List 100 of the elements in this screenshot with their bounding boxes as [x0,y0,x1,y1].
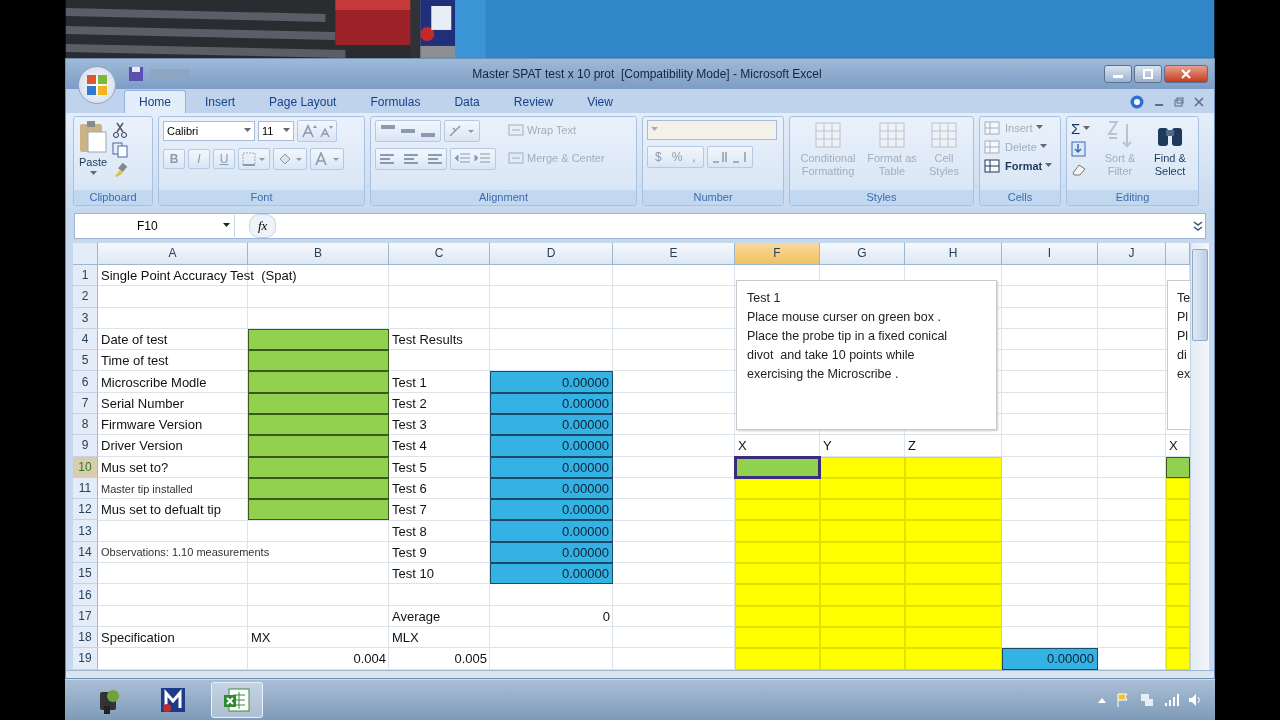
network-icon[interactable] [1139,692,1155,709]
row-header[interactable]: 13 [73,520,98,542]
scroll-thumb[interactable] [1192,248,1208,341]
column-header[interactable]: A [98,242,248,265]
highlighted-cell[interactable] [905,520,1002,542]
row-header[interactable]: 12 [73,499,98,521]
highlighted-cell[interactable] [905,605,1002,627]
highlighted-cell[interactable] [820,626,905,649]
ribbon-tab[interactable]: Data [439,89,495,113]
ribbon-tab[interactable]: Page Layout [254,89,352,113]
result-cell[interactable]: 0.00000 [490,435,613,457]
highlighted-cell[interactable] [1166,605,1190,627]
row-header[interactable]: 5 [73,350,98,372]
font-size-field[interactable]: 11 [258,120,294,141]
column-header[interactable]: D [490,242,613,265]
increase-decimal-icon[interactable] [710,149,729,164]
decrease-decimal-icon[interactable] [730,149,749,164]
copy-icon[interactable] [112,141,128,158]
column-header[interactable] [1166,242,1190,265]
input-cell[interactable] [248,392,389,414]
result-cell[interactable]: 0.00000 [1002,648,1098,670]
highlighted-cell[interactable] [735,626,820,649]
grow-font-icon[interactable] [301,123,317,138]
text-box[interactable]: Te Pl Pl di ex [1167,279,1190,430]
result-cell[interactable]: 0.00000 [490,520,613,542]
ribbon-tab[interactable]: View [572,89,628,113]
column-header[interactable]: H [905,242,1002,265]
column-header[interactable]: E [613,242,735,265]
row-header[interactable]: 17 [73,605,98,627]
minimize-button[interactable] [1104,64,1132,83]
highlighted-cell[interactable] [820,648,905,670]
row-header[interactable]: 3 [73,307,98,329]
cut-icon[interactable] [112,121,128,138]
column-header[interactable]: F [735,242,820,265]
highlighted-cell[interactable] [820,584,905,606]
vertical-scrollbar[interactable] [1190,242,1209,670]
highlighted-cell[interactable] [905,563,1002,585]
result-cell[interactable]: 0.00000 [490,392,613,414]
highlighted-cell[interactable] [905,648,1002,670]
cells-button[interactable]: Format [984,157,1053,174]
highlighted-cell[interactable] [1166,541,1190,564]
column-header[interactable]: J [1098,242,1166,265]
result-cell[interactable]: 0.00000 [490,499,613,521]
input-cell[interactable] [248,477,389,500]
row-header[interactable]: 8 [73,414,98,436]
highlighted-cell[interactable] [820,499,905,521]
highlighted-cell[interactable] [820,520,905,542]
highlighted-cell[interactable] [735,477,820,500]
column-header[interactable]: G [820,242,905,265]
highlighted-cell[interactable] [735,520,820,542]
highlighted-cell[interactable] [1166,520,1190,542]
highlighted-cell[interactable] [905,584,1002,606]
highlighted-cell[interactable] [905,477,1002,500]
expand-icon[interactable] [1191,218,1205,233]
highlighted-cell[interactable] [1166,648,1190,670]
select-all-button[interactable] [73,242,98,265]
highlighted-cell[interactable] [735,648,820,670]
row-header[interactable]: 19 [73,648,98,670]
ribbon-tab[interactable]: Home [124,89,186,113]
brush-icon[interactable] [112,161,128,178]
maximize-button[interactable] [1134,64,1162,83]
input-cell[interactable] [248,414,389,436]
highlighted-cell[interactable] [735,563,820,585]
highlighted-cell[interactable] [1166,563,1190,585]
column-header[interactable]: C [389,242,490,265]
column-header[interactable]: I [1002,242,1098,265]
borders-icon[interactable] [242,151,266,166]
number-format-field[interactable] [647,119,777,140]
decrease-indent-icon[interactable] [454,151,472,166]
ribbon-tab[interactable]: Insert [190,89,251,113]
row-header[interactable]: 18 [73,626,98,649]
result-cell[interactable]: 0.00000 [490,371,613,393]
close-icon[interactable] [1194,96,1204,107]
result-cell[interactable]: 0.00000 [490,563,613,585]
office-button[interactable] [78,65,116,104]
orientation-icon[interactable] [448,123,476,138]
input-cell[interactable] [248,499,389,521]
input-cell[interactable] [248,328,389,351]
help-icon[interactable] [1130,94,1144,109]
highlighted-cell[interactable] [820,477,905,500]
highlighted-cell[interactable] [1166,626,1190,649]
result-cell[interactable]: 0.00000 [490,414,613,436]
font-color-icon[interactable] [314,151,340,166]
font-name-field[interactable]: Calibri [163,120,255,141]
find-select-button[interactable]: Find & Select [1147,119,1193,178]
highlighted-cell[interactable] [735,499,820,521]
input-cell[interactable] [248,435,389,457]
highlighted-cell[interactable] [905,499,1002,521]
result-cell[interactable]: 0.00000 [490,541,613,564]
autosum-button[interactable]: Σ [1071,119,1093,137]
result-cell[interactable]: 0.00000 [490,456,613,478]
highlighted-cell[interactable] [735,605,820,627]
signal-icon[interactable] [1163,692,1179,709]
insert-function-button[interactable]: fx [249,213,277,238]
highlighted-cell[interactable] [820,563,905,585]
row-header[interactable]: 15 [73,563,98,585]
text-box[interactable]: Test 1 Place mouse curser on green box . Place the probe tip in a fixed conical divot and take 10 points while exercising the Microscribe . [736,279,997,430]
paste-button[interactable]: Paste [78,119,108,176]
active-cell[interactable] [735,456,820,478]
close-button[interactable] [1164,64,1208,83]
